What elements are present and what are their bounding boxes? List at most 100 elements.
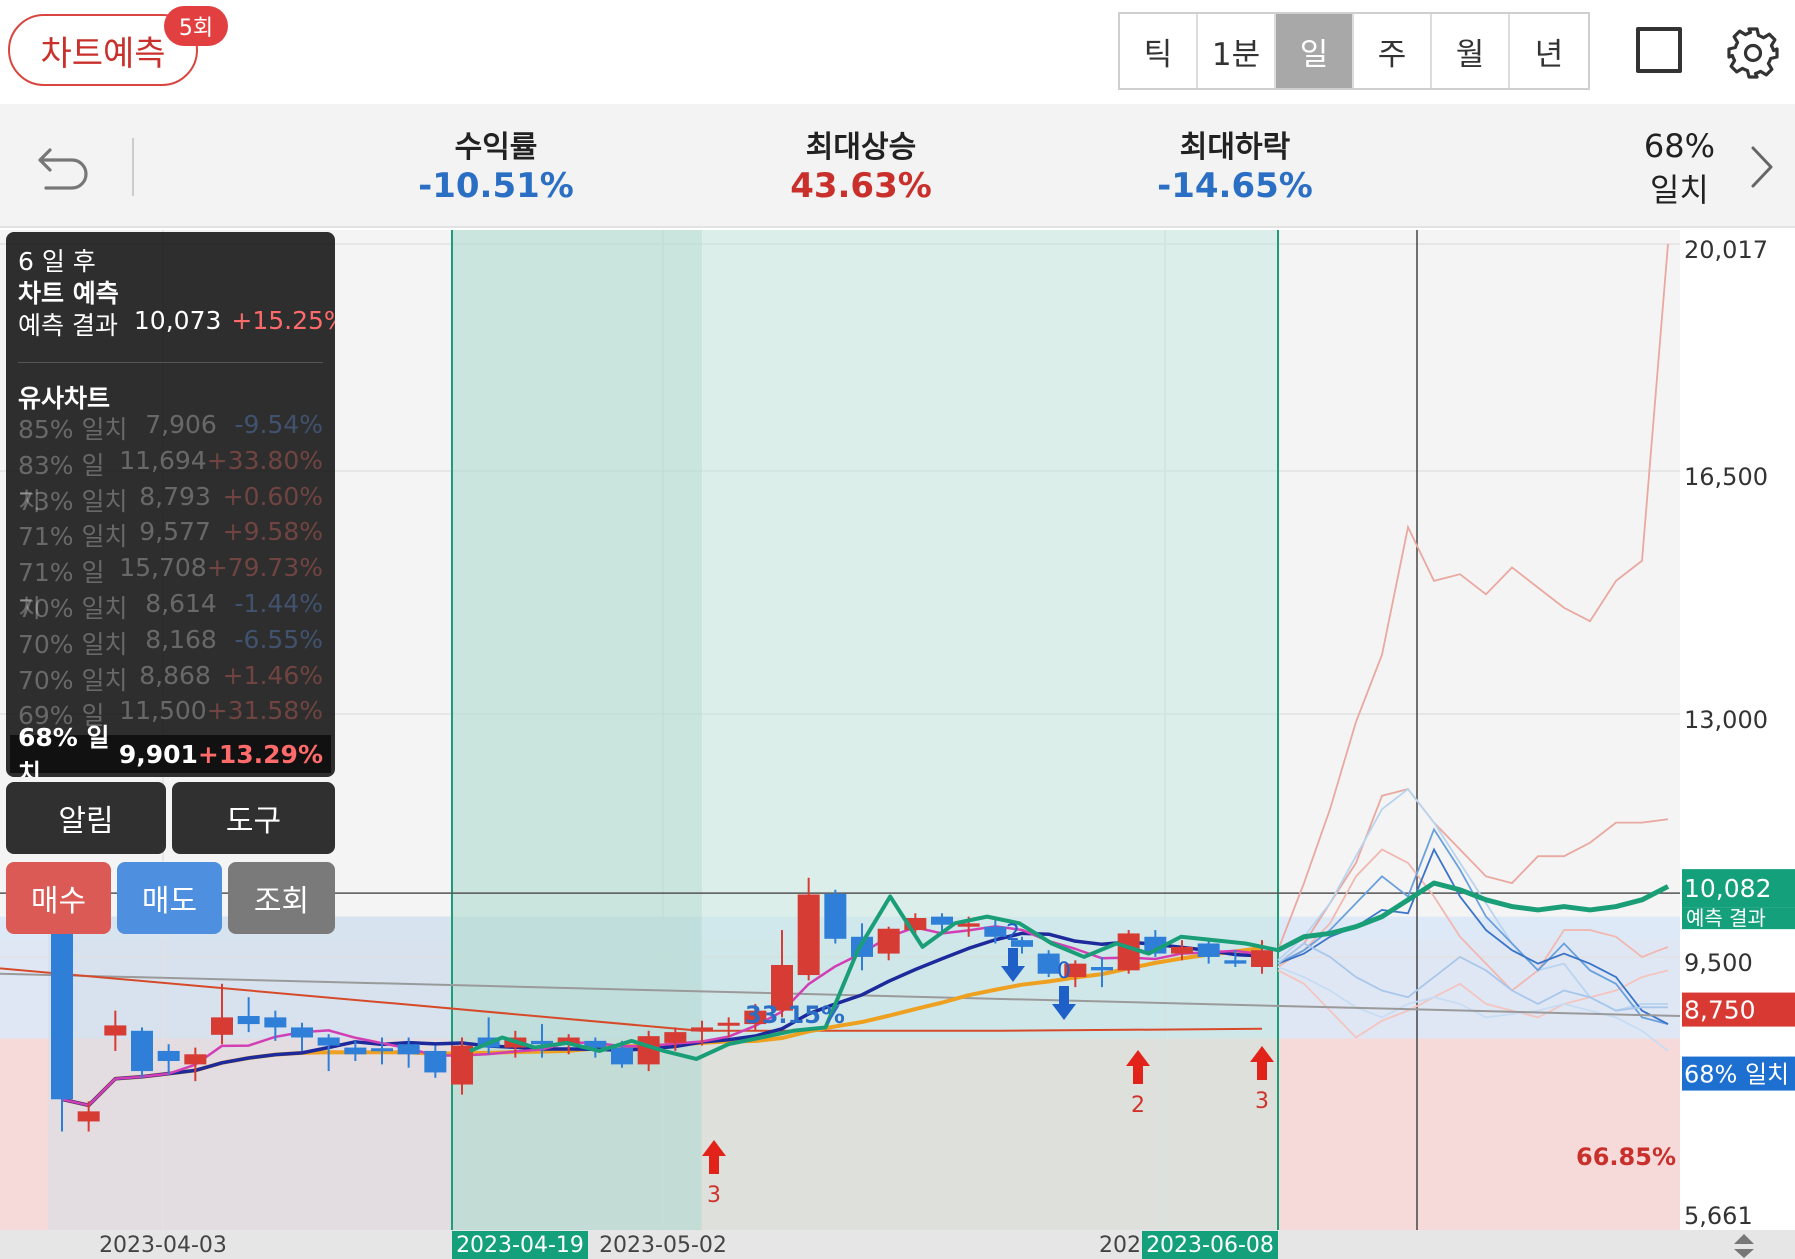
tools-button[interactable]: 도구 (172, 782, 335, 854)
similar-chart-row[interactable]: 73% 일치 8,793 +0.60% (18, 482, 323, 518)
period-tabs: 틱 1분 일 주 월 년 (1118, 12, 1590, 90)
y-axis-label: 9,500 (1684, 949, 1753, 977)
sell-button[interactable]: 매도 (117, 862, 222, 934)
similar-match: 71% 일치 (18, 522, 128, 552)
prediction-label-text: 예측 결과 (1686, 906, 1766, 930)
candle-body (1117, 933, 1140, 971)
y-axis-label: 20,017 (1684, 236, 1768, 264)
x-axis-label: 2023-04-03 (99, 1233, 227, 1258)
chevron-right-icon[interactable] (1747, 144, 1777, 190)
candle-body (131, 1030, 153, 1072)
gear-icon[interactable] (1726, 26, 1780, 80)
tab-week[interactable]: 주 (1354, 14, 1432, 88)
similar-change: +79.73% (206, 553, 323, 583)
candle-body (451, 1045, 473, 1085)
similar-chart-row[interactable]: 71% 일치 9,577 +9.58% (18, 517, 323, 553)
panel-divider (18, 362, 323, 363)
similar-price: 8,614 (145, 589, 217, 618)
candle-body (371, 1048, 393, 1052)
buy-signal-count: 2 (1131, 1093, 1145, 1118)
candle-body (237, 1016, 260, 1025)
similar-price: 11,694 (119, 445, 207, 475)
match-stat[interactable]: 68% 일치 (1644, 124, 1715, 212)
return-stat: 수익률 -10.51% (376, 122, 616, 206)
candle-body (1224, 960, 1247, 964)
candle-body (691, 1027, 713, 1032)
top-toolbar: 차트예측 5회 틱 1분 일 주 월 년 (0, 0, 1795, 104)
range-percent-label: 33.15% (745, 1001, 845, 1029)
similar-change: +0.60% (222, 481, 323, 511)
similar-chart-row[interactable]: 85% 일치 7,906 -9.54% (18, 410, 323, 446)
buy-signal-count: 3 (707, 1183, 721, 1208)
predict-count-badge: 5회 (164, 6, 228, 46)
match-tag-text: 68% 일치 (1684, 1061, 1789, 1089)
tab-year[interactable]: 년 (1510, 14, 1588, 88)
selected-match: 68% 일치 (18, 723, 110, 777)
selected-price: 9,901 (118, 739, 198, 769)
alert-button[interactable]: 알림 (6, 782, 166, 854)
app-root: 차트예측 5회 틱 1분 일 주 월 년 수익률 -10.51% 최대상승 43… (0, 0, 1795, 1259)
similar-price: 15,708 (119, 553, 207, 583)
chart-predict-label: 차트예측 (40, 33, 166, 74)
pattern-range-shade (452, 230, 702, 1230)
return-value: -10.51% (418, 166, 574, 206)
max-down-stat: 최대하락 -14.65% (1115, 122, 1355, 206)
candle-body (824, 893, 847, 939)
tab-tick[interactable]: 틱 (1120, 14, 1198, 88)
match-label: 일치 (1649, 171, 1709, 209)
similar-chart-row[interactable]: 71% 일치 15,708 +79.73% (18, 553, 323, 624)
prediction-price-text: 10,082 (1684, 874, 1771, 903)
buy-button[interactable]: 매수 (6, 862, 111, 934)
candle-body (184, 1054, 207, 1065)
similar-change: -9.54% (234, 410, 323, 439)
stats-divider (132, 138, 134, 196)
candle-body (264, 1017, 287, 1028)
undo-icon[interactable] (36, 140, 92, 190)
tab-day[interactable]: 일 (1276, 14, 1354, 88)
x-axis-label: 202 (1099, 1233, 1141, 1258)
similar-price: 9,577 (139, 517, 211, 547)
selected-similar-row[interactable]: 68% 일치 9,901 +13.29% (10, 723, 331, 777)
similar-price: 8,168 (145, 624, 217, 654)
similar-price: 8,868 (139, 660, 211, 690)
predict-result-price: 10,073 (133, 306, 222, 335)
similar-match: 70% 일치 (18, 594, 128, 623)
similar-chart-row[interactable]: 70% 일치 8,868 +1.46% (18, 661, 323, 697)
buy-signal-count: 3 (1255, 1089, 1269, 1114)
similar-chart-row[interactable]: 83% 일치 11,694 +33.80% (18, 445, 323, 516)
max-down-value: -14.65% (1157, 166, 1313, 206)
similar-price: 8,793 (139, 481, 211, 511)
x-axis-label: 2023-04-19 (456, 1233, 584, 1258)
similar-change: -1.44% (234, 589, 323, 618)
similar-change: +31.58% (206, 696, 323, 726)
candle-body (1171, 946, 1193, 954)
y-axis-label: 5,661 (1684, 1202, 1753, 1230)
candle-body (931, 916, 953, 925)
candle-body (984, 926, 1007, 937)
lookup-button[interactable]: 조회 (228, 862, 335, 934)
bottom-percent-label: 66.85% (1576, 1143, 1676, 1171)
similar-price: 11,500 (119, 696, 207, 726)
similar-chart-row[interactable]: 70% 일치 8,168 -6.55% (18, 625, 323, 661)
candle-body (1091, 967, 1113, 971)
similar-chart-row[interactable]: 70% 일치 8,614 -1.44% (18, 589, 323, 625)
candle-body (424, 1050, 447, 1073)
predict-result-label: 예측 결과 (18, 311, 118, 340)
y-axis-label: 16,500 (1684, 463, 1768, 491)
current-price-text: 8,750 (1684, 996, 1756, 1025)
x-axis-bar (0, 1230, 1795, 1259)
candle-body (77, 1111, 100, 1122)
similar-price: 7,906 (145, 410, 217, 439)
predict-result-change: +15.25% (231, 306, 335, 335)
x-axis-label: 2023-05-02 (599, 1233, 727, 1258)
days-after-label: 6 일 후 (18, 247, 96, 276)
x-axis-label: 2023-06-08 (1146, 1233, 1274, 1258)
similar-change: +9.58% (222, 517, 323, 547)
tab-month[interactable]: 월 (1432, 14, 1510, 88)
tab-1min[interactable]: 1분 (1198, 14, 1276, 88)
similar-match: 71% 일치 (18, 558, 105, 624)
fullscreen-square-icon[interactable] (1636, 27, 1682, 73)
candle-body (1197, 943, 1220, 957)
candle-body (157, 1050, 180, 1062)
candle-body (397, 1044, 420, 1055)
